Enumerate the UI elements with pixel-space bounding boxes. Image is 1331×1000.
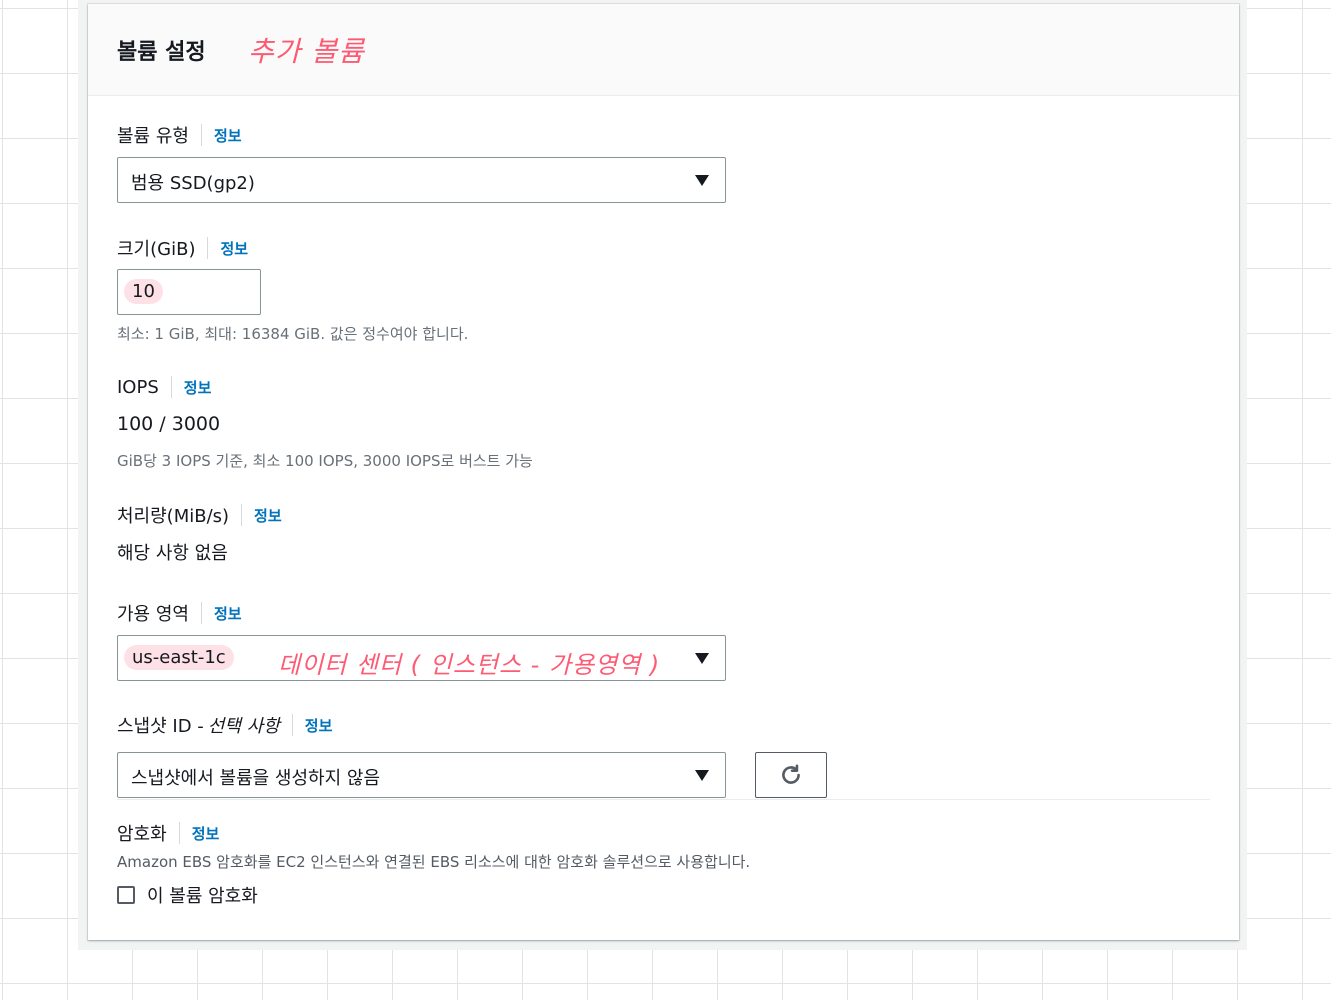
label-separator	[178, 822, 180, 844]
caret-down-icon	[695, 653, 709, 664]
throughput-info-link[interactable]: 정보	[254, 505, 282, 526]
volume-type-label: 볼륨 유형 정보	[117, 122, 242, 148]
panel-header: 볼륨 설정 추가 볼륨	[88, 4, 1239, 96]
size-info-link[interactable]: 정보	[220, 238, 248, 259]
encryption-label-text: 암호화	[117, 824, 167, 845]
size-label-text: 크기(GiB)	[117, 239, 196, 260]
volume-type-value: 범용 SSD(gp2)	[131, 173, 255, 194]
handwritten-annotation-title: 추가 볼륨	[248, 35, 365, 68]
encryption-hint: Amazon EBS 암호화를 EC2 인스턴스와 연결된 EBS 리소스에 대…	[117, 853, 751, 871]
label-separator	[207, 237, 209, 259]
volume-settings-panel: 볼륨 설정 추가 볼륨 볼륨 유형 정보 범용 SSD(gp2) 크기(GiB)…	[88, 4, 1239, 940]
encryption-info-link[interactable]: 정보	[192, 823, 220, 844]
caret-down-icon	[695, 175, 709, 186]
iops-value: 100 / 3000	[117, 413, 221, 435]
encrypt-volume-label[interactable]: 이 볼륨 암호화	[147, 882, 258, 908]
snapshot-info-link[interactable]: 정보	[305, 715, 333, 736]
availability-zone-select[interactable]: us-east-1c 데이터 센터 ( 인스턴스 - 가용영역 )	[117, 635, 726, 681]
iops-info-link[interactable]: 정보	[184, 377, 212, 398]
volume-type-select[interactable]: 범용 SSD(gp2)	[117, 157, 726, 203]
snapshot-select[interactable]: 스냅샷에서 볼륨을 생성하지 않음	[117, 752, 726, 798]
availability-zone-label: 가용 영역 정보	[117, 600, 242, 626]
size-label: 크기(GiB) 정보	[117, 235, 248, 261]
availability-zone-info-link[interactable]: 정보	[214, 603, 242, 624]
panel-title: 볼륨 설정	[117, 40, 206, 65]
volume-type-info-link[interactable]: 정보	[214, 125, 242, 146]
iops-label-text: IOPS	[117, 376, 159, 398]
snapshot-label-optional: 선택 사항	[207, 716, 280, 737]
handwritten-annotation-az: 데이터 센터 ( 인스턴스 - 가용영역 )	[278, 651, 661, 679]
size-input-value: 10	[124, 279, 163, 304]
refresh-snapshots-button[interactable]	[755, 752, 827, 798]
throughput-label-text: 처리량(MiB/s)	[117, 506, 230, 527]
encryption-label: 암호화 정보	[117, 820, 219, 846]
availability-zone-value: us-east-1c	[124, 645, 234, 670]
size-input[interactable]: 10	[117, 269, 261, 315]
refresh-icon	[782, 764, 800, 784]
label-separator	[200, 602, 202, 624]
snapshot-label-text: 스냅샷 ID -	[117, 716, 204, 737]
divider	[117, 799, 1210, 800]
label-separator	[291, 714, 293, 736]
throughput-label: 처리량(MiB/s) 정보	[117, 502, 282, 528]
volume-type-label-text: 볼륨 유형	[117, 126, 189, 147]
iops-label: IOPS 정보	[117, 376, 211, 398]
caret-down-icon	[695, 770, 709, 781]
encrypt-volume-option[interactable]: 이 볼륨 암호화	[117, 882, 258, 908]
label-separator	[200, 124, 202, 146]
size-hint: 최소: 1 GiB, 최대: 16384 GiB. 값은 정수여야 합니다.	[117, 325, 469, 343]
snapshot-label: 스냅샷 ID - 선택 사항 정보	[117, 712, 332, 738]
encrypt-volume-checkbox[interactable]	[117, 886, 135, 904]
label-separator	[241, 504, 243, 526]
label-separator	[170, 376, 172, 398]
iops-hint: GiB당 3 IOPS 기준, 최소 100 IOPS, 3000 IOPS로 …	[117, 452, 533, 470]
availability-zone-label-text: 가용 영역	[117, 604, 189, 625]
snapshot-value: 스냅샷에서 볼륨을 생성하지 않음	[131, 768, 381, 789]
throughput-value: 해당 사항 없음	[117, 543, 228, 564]
